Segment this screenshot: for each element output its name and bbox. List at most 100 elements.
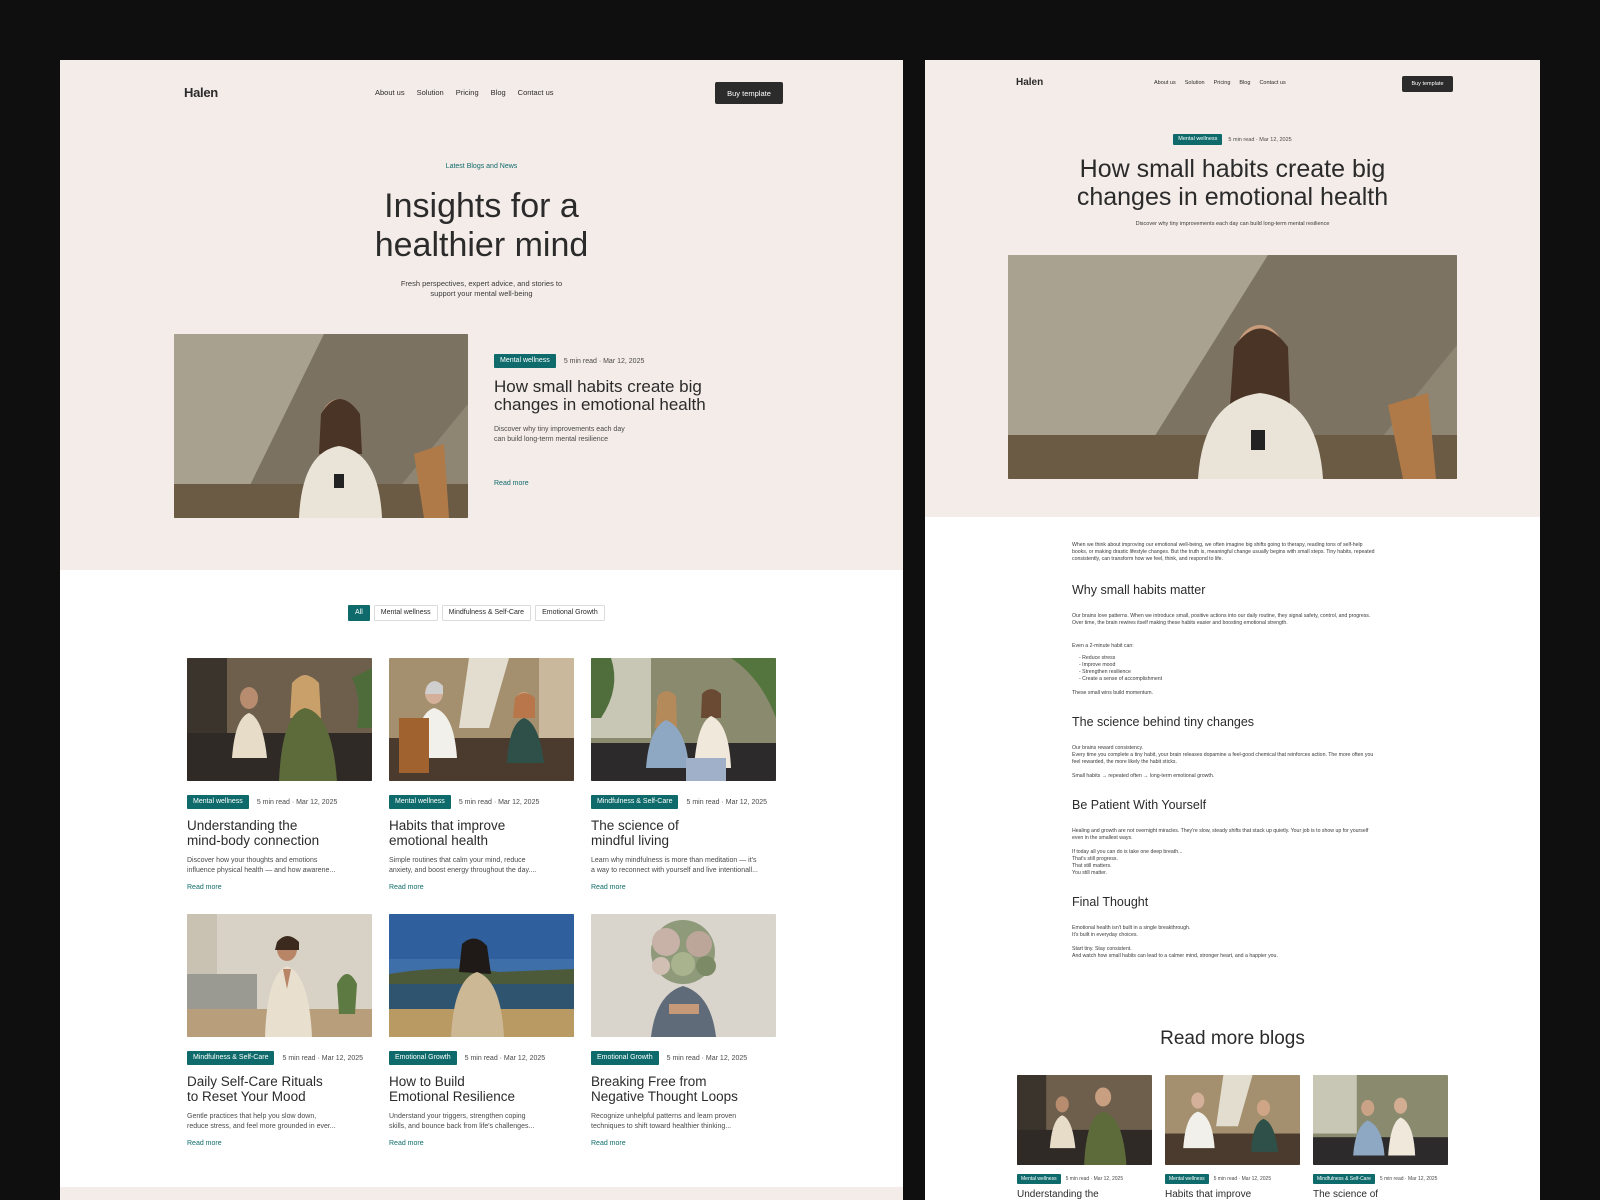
card-read-more[interactable]: Read more (187, 1140, 372, 1147)
card-desc-line-1: Understand your triggers, strengthen cop… (389, 1113, 526, 1120)
blog-card[interactable]: Mental wellness 5 min read · Mar 12, 202… (389, 658, 574, 891)
card-title[interactable]: Daily Self-Care Rituals to Reset Your Mo… (187, 1074, 372, 1104)
featured-title[interactable]: How small habits create big changes in e… (494, 378, 706, 414)
buy-template-button[interactable]: Buy template (1402, 76, 1453, 92)
woman-meditating-photo (187, 914, 372, 1037)
card-title[interactable]: Breaking Free from Negative Thought Loop… (591, 1074, 776, 1104)
card-title[interactable]: The science of (1313, 1189, 1448, 1200)
card-desc-line-2: techniques to shift toward healthier thi… (591, 1123, 732, 1130)
habit-list: - Reduce stress - Improve mood - Strengt… (1072, 655, 1402, 683)
logo[interactable]: Halen (184, 85, 218, 100)
habit-list-item: - Reduce stress (1079, 655, 1116, 661)
blog-listing-page: Halen About us Solution Pricing Blog Con… (60, 60, 903, 1200)
card-read-more[interactable]: Read more (591, 1140, 776, 1147)
card-title[interactable]: Habits that improve (1165, 1189, 1300, 1200)
science-line: Every time you complete a tiny habit, yo… (1072, 752, 1374, 758)
nav-blog[interactable]: Blog (491, 88, 506, 97)
woman-with-mug-photo (174, 334, 468, 518)
card-tag[interactable]: Emotional Growth (389, 1051, 457, 1065)
card-title[interactable]: Understanding the mind-body connection (187, 818, 372, 848)
card-title[interactable]: How to Build Emotional Resilience (389, 1074, 574, 1104)
hero-title-line-2: healthier mind (374, 226, 589, 264)
card-title[interactable]: Understanding the (1017, 1189, 1152, 1200)
card-image (1313, 1075, 1448, 1165)
card-image (1165, 1075, 1300, 1165)
filter-mental-wellness[interactable]: Mental wellness (373, 605, 438, 621)
nav-contact-us[interactable]: Contact us (1259, 80, 1285, 86)
card-tag[interactable]: Mental wellness (187, 795, 249, 809)
article-title-line-2: changes in emotional health (1076, 183, 1389, 211)
habit-intro: Even a 2-minute habit can: (1072, 643, 1134, 649)
nav-about-us[interactable]: About us (1154, 80, 1176, 86)
card-description: Understand your triggers, strengthen cop… (389, 1112, 574, 1132)
article-title: How small habits create big changes in e… (925, 155, 1540, 211)
science-line: feel rewarded, the more likely the habit… (1072, 759, 1177, 765)
card-tag[interactable]: Mindfulness & Self-Care (187, 1051, 275, 1065)
final-lines-a: Emotional health isn't built in a single… (1072, 925, 1402, 939)
card-meta: 5 min read · Mar 12, 2025 (686, 798, 768, 806)
card-description: Simple routines that calm your mind, red… (389, 856, 574, 876)
buy-template-button[interactable]: Buy template (715, 82, 783, 104)
filter-emotional-growth[interactable]: Emotional Growth (535, 605, 605, 621)
patient-line: If today all you can do is take one deep… (1072, 849, 1183, 855)
hero-subtitle-line-2: support your mental well-being (430, 289, 533, 298)
featured-tag[interactable]: Mental wellness (494, 354, 556, 368)
filter-mindfulness-self-care[interactable]: Mindfulness & Self-Care (441, 605, 532, 621)
read-more-blogs-title: Read more blogs (1160, 1028, 1305, 1049)
article-tag[interactable]: Mental wellness (1173, 134, 1223, 145)
heading-why-small-habits: Why small habits matter (1072, 583, 1206, 597)
card-read-more[interactable]: Read more (187, 884, 372, 891)
blog-card[interactable]: Mindfulness & Self-Care 5 min read · Mar… (591, 658, 776, 891)
card-read-more[interactable]: Read more (591, 884, 776, 891)
card-tag[interactable]: Mindfulness & Self-Care (591, 795, 679, 809)
article-subtitle: Discover why tiny improvements each day … (1135, 221, 1330, 227)
blog-card[interactable]: Emotional Growth 5 min read · Mar 12, 20… (591, 914, 776, 1147)
filter-all[interactable]: All (348, 605, 370, 621)
card-tag[interactable]: Emotional Growth (591, 1051, 659, 1065)
final-line: It's built in everyday choices. (1072, 932, 1138, 938)
featured-desc-line-2: can build long-term mental resilience (494, 436, 608, 443)
card-tag[interactable]: Mental wellness (1165, 1174, 1209, 1184)
final-lines-b: Start tiny. Stay consistent. And watch h… (1072, 946, 1402, 960)
blog-card[interactable]: Mindfulness & Self-Care 5 min read · Mar… (187, 914, 372, 1147)
card-meta-row: Emotional Growth 5 min read · Mar 12, 20… (591, 1051, 776, 1065)
mini-blog-card[interactable]: Mental wellness 5 min read · Mar 12, 202… (1017, 1075, 1152, 1200)
featured-read-more[interactable]: Read more (494, 480, 529, 487)
card-title-line-1: How to Build (389, 1074, 465, 1089)
card-title[interactable]: Habits that improve emotional health (389, 818, 574, 848)
card-title[interactable]: The science of mindful living (591, 818, 776, 848)
card-tag[interactable]: Mental wellness (389, 795, 451, 809)
patient-line: Healing and growth are not overnight mir… (1072, 828, 1369, 834)
card-desc-line-1: Simple routines that calm your mind, red… (389, 857, 526, 864)
mini-blog-card[interactable]: Mindfulness & Self-Care 5 min read · Mar… (1313, 1075, 1448, 1200)
card-image (591, 914, 776, 1037)
card-meta: 5 min read · Mar 12, 2025 (464, 1054, 546, 1062)
why-paragraph: Our brains love patterns. When we introd… (1072, 613, 1402, 627)
article-meta: 5 min read · Mar 12, 2025 (1228, 136, 1292, 143)
featured-image[interactable] (174, 334, 468, 518)
card-image (389, 658, 574, 781)
nav-solution[interactable]: Solution (417, 88, 444, 97)
logo[interactable]: Halen (1016, 77, 1043, 88)
card-tag[interactable]: Mental wellness (1017, 1174, 1061, 1184)
mini-blog-card[interactable]: Mental wellness 5 min read · Mar 12, 202… (1165, 1075, 1300, 1200)
card-desc-line-2: anxiety, and boost energy throughout the… (389, 867, 537, 874)
card-meta: 5 min read · Mar 12, 2025 (1379, 1176, 1438, 1182)
card-image (187, 658, 372, 781)
card-title-line-2: Emotional Resilience (389, 1089, 516, 1104)
blog-card[interactable]: Emotional Growth 5 min read · Mar 12, 20… (389, 914, 574, 1147)
card-read-more[interactable]: Read more (389, 1140, 574, 1147)
nav-contact-us[interactable]: Contact us (518, 88, 554, 97)
blog-card[interactable]: Mental wellness 5 min read · Mar 12, 202… (187, 658, 372, 891)
card-image (1017, 1075, 1152, 1165)
nav-blog[interactable]: Blog (1239, 80, 1250, 86)
nav-solution[interactable]: Solution (1185, 80, 1205, 86)
nav-pricing[interactable]: Pricing (1214, 80, 1231, 86)
hero-title-line-1: Insights for a (384, 187, 579, 225)
card-read-more[interactable]: Read more (389, 884, 574, 891)
heading-science: The science behind tiny changes (1072, 715, 1255, 729)
nav-about-us[interactable]: About us (375, 88, 405, 97)
nav-pricing[interactable]: Pricing (456, 88, 479, 97)
card-tag[interactable]: Mindfulness & Self-Care (1313, 1174, 1375, 1184)
card-title-line-1: Breaking Free from (591, 1074, 707, 1089)
